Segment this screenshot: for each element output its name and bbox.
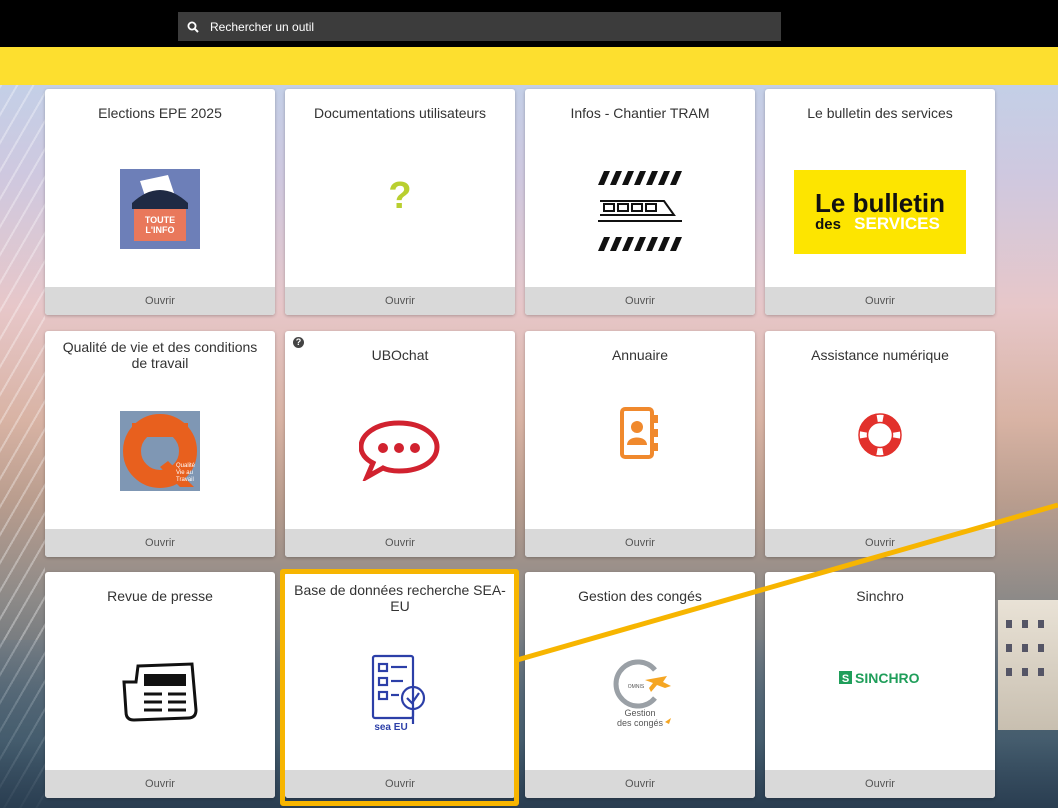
rocket-chat-icon — [359, 420, 440, 481]
tile-title: UBOchat — [371, 347, 429, 363]
tile-elections-epe[interactable]: Elections EPE 2025 TOUTE L'INFO Ouvrir — [45, 89, 275, 315]
open-button[interactable]: Ouvrir — [525, 529, 755, 557]
gestion-text-2: des congés — [617, 718, 664, 728]
tile-title: Sinchro — [856, 588, 904, 604]
open-button[interactable]: Ouvrir — [765, 770, 995, 798]
tile-ubochat[interactable]: ? UBOchat Ouvrir — [285, 331, 515, 557]
bulletin-logo: Le bulletin des SERVICES — [794, 170, 966, 254]
tile-chantier-tram[interactable]: Infos - Chantier TRAM Ouvrir — [525, 89, 755, 315]
logo-text-line1: TOUTE — [145, 215, 175, 225]
tile-annuaire[interactable]: Annuaire Ouvrir — [525, 331, 755, 557]
question-mark-icon: ? — [388, 175, 411, 214]
tile-assistance-numerique[interactable]: Assistance numérique Ouvrir — [765, 331, 995, 557]
tile-documentations[interactable]: Documentations utilisateurs ? Ouvrir — [285, 89, 515, 315]
background-buildings — [998, 600, 1058, 730]
highlight-box — [280, 569, 519, 806]
open-button[interactable]: Ouvrir — [285, 287, 515, 315]
tile-title: Infos - Chantier TRAM — [570, 105, 710, 121]
top-bar: Rechercher un outil — [0, 0, 1058, 47]
svg-text:S: S — [842, 673, 849, 685]
tile-sinchro[interactable]: Sinchro S SINCHRO Ouvrir — [765, 572, 995, 798]
qvt-text: Qualité — [176, 463, 196, 469]
open-button[interactable]: Ouvrir — [45, 770, 275, 798]
search-icon — [187, 21, 199, 33]
svg-text:OMNIS: OMNIS — [628, 684, 645, 690]
tile-revue-de-presse[interactable]: Revue de presse Ouvrir — [45, 572, 275, 798]
tram-construction-icon — [598, 171, 682, 251]
gestion-text-1: Gestion — [624, 708, 655, 718]
svg-text:Travail: Travail — [176, 477, 194, 483]
tile-bulletin-services[interactable]: Le bulletin des services Le bulletin des… — [765, 89, 995, 315]
address-book-icon — [620, 407, 658, 459]
open-button[interactable]: Ouvrir — [45, 529, 275, 557]
open-button[interactable]: Ouvrir — [765, 287, 995, 315]
open-button[interactable]: Ouvrir — [525, 287, 755, 315]
tile-title: Documentations utilisateurs — [314, 105, 486, 121]
open-button[interactable]: Ouvrir — [525, 770, 755, 798]
bulletin-text-2: des — [815, 216, 841, 233]
newspaper-icon — [122, 662, 198, 722]
yellow-band — [0, 47, 1058, 85]
search-placeholder: Rechercher un outil — [210, 19, 315, 34]
tile-title: Assistance numérique — [811, 347, 949, 363]
qvt-logo: Qualité Vie au Travail — [120, 411, 200, 491]
logo-text-line2: L'INFO — [145, 225, 174, 235]
open-button[interactable]: Ouvrir — [765, 529, 995, 557]
leave-management-logo: OMNIS Gestion des congés — [613, 659, 671, 728]
open-button[interactable]: Ouvrir — [285, 529, 515, 557]
tile-qualite-de-vie[interactable]: Qualité de vie et des conditions de trav… — [45, 331, 275, 557]
tile-title: Annuaire — [611, 347, 669, 363]
sinchro-logo: S SINCHRO — [839, 670, 920, 686]
bulletin-text-3: SERVICES — [854, 214, 940, 233]
search-input[interactable]: Rechercher un outil — [178, 12, 781, 41]
tile-title: Le bulletin des services — [807, 105, 953, 121]
tile-gestion-conges[interactable]: Gestion des congés OMNIS Gestion des con… — [525, 572, 755, 798]
open-button[interactable]: Ouvrir — [45, 287, 275, 315]
tile-title: Qualité de vie et des conditions de trav… — [62, 339, 258, 371]
tile-title: Revue de presse — [107, 588, 213, 604]
lifebuoy-icon — [858, 413, 902, 457]
svg-text:Vie au: Vie au — [176, 470, 193, 476]
tile-title: Elections EPE 2025 — [98, 105, 222, 121]
svg-text:?: ? — [388, 175, 411, 214]
ballot-box-icon: TOUTE L'INFO — [120, 169, 200, 249]
tile-title: Gestion des congés — [578, 588, 702, 604]
sinchro-text: SINCHRO — [855, 670, 920, 686]
